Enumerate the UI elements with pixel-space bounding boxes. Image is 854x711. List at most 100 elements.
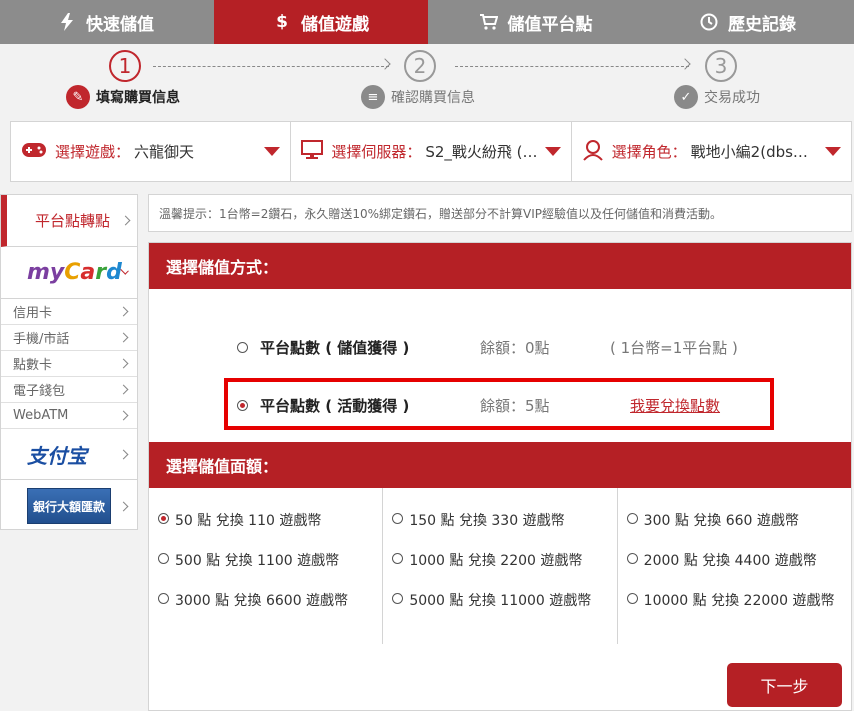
sidebar-item-ewallet[interactable]: 電子錢包 [1,377,137,403]
chevron-down-icon [264,147,281,156]
topup-panel: 選擇儲值方式： 平台點數 ( 儲值獲得 ) 餘額：0點 ( 1台幣=1平台點 )… [148,242,852,711]
amount-column: 150 點 兌換 330 遊戲幣 1000 點 兌換 2200 遊戲幣 5000… [383,488,618,644]
sidebar-item-label: WebATM [13,408,69,423]
chevron-right-icon [118,306,129,317]
step-1-number: 1 [109,50,141,82]
sidebar-item-alipay[interactable]: 支付宝 [1,429,137,480]
step-progress: 1 2 3 ✎ 填寫購買信息 ≡ 確認購買信息 ✓ 交易成功 [0,44,854,120]
sidebar-item-label: 點數卡 [13,358,53,373]
sidebar-item-bank-transfer[interactable]: 銀行大額匯款 [1,480,137,532]
redeem-points-link[interactable]: 我要兌換點數 [630,395,720,416]
chevron-right-icon [118,358,129,369]
role-select-label: 選擇角色： [611,143,687,161]
amount-label: 3000 點 兌換 6600 遊戲幣 [175,593,349,609]
radio-button-selected[interactable] [158,513,169,524]
radio-button[interactable] [158,553,169,564]
sidebar-item-platform-transfer[interactable]: 平台點轉點 [1,195,137,247]
tab-label: 儲值平台點 [507,14,593,35]
next-step-button[interactable]: 下一步 [727,663,842,707]
amount-option[interactable]: 10000 點 兌換 22000 遊戲幣 [618,590,851,630]
step-label-text: 填寫購買信息 [96,90,180,106]
sidebar-item-label: 平台點轉點 [35,212,111,230]
method-name: 平台點數 ( 活動獲得 ) [260,397,410,415]
method-name: 平台點數 ( 儲值獲得 ) [260,339,410,357]
tab-label: 歷史記錄 [728,14,796,35]
radio-button[interactable] [392,513,404,524]
monitor-icon [301,139,324,164]
radio-button[interactable] [237,342,248,353]
amount-option[interactable]: 3000 點 兌換 6600 遊戲幣 [149,590,382,630]
tab-quick-topup[interactable]: 快速儲值 [0,0,212,44]
radio-button[interactable] [158,593,169,604]
mycard-logo: myCard [27,260,122,285]
tab-history[interactable]: 歷史記錄 [642,0,854,44]
radio-button-selected[interactable] [237,400,248,411]
chevron-right-icon [118,410,129,421]
method-option-event[interactable]: 平台點數 ( 活動獲得 ) 餘額：5點 我要兌換點數 [237,395,720,416]
step-3-number: 3 [705,50,737,82]
amount-option[interactable]: 50 點 兌換 110 遊戲幣 [149,510,382,550]
server-select[interactable]: 選擇伺服器： S2_戰火紛飛 (… [291,122,572,181]
sidebar-item-phone[interactable]: 手機/市話 [1,325,137,351]
tab-label: 快速儲值 [86,14,154,35]
step-2-number: 2 [404,50,436,82]
amount-option[interactable]: 150 點 兌換 330 遊戲幣 [383,510,616,550]
check-icon: ✓ [674,85,698,109]
method-section-title: 選擇儲值方式： [149,243,851,289]
step-label-text: 交易成功 [704,90,760,106]
amount-label: 2000 點 兌換 4400 遊戲幣 [643,553,817,569]
step-arrow-icon [379,58,391,70]
amount-option[interactable]: 5000 點 兌換 11000 遊戲幣 [383,590,616,630]
pencil-icon: ✎ [66,85,90,109]
chevron-right-icon [118,332,129,343]
step-connector [455,66,689,67]
amount-option[interactable]: 500 點 兌換 1100 遊戲幣 [149,550,382,590]
sidebar-item-point-card[interactable]: 點數卡 [1,351,137,377]
chevron-down-icon [824,147,841,156]
step-1-label: ✎ 填寫購買信息 [66,85,180,109]
amount-grid: 50 點 兌換 110 遊戲幣 500 點 兌換 1100 遊戲幣 3000 點… [149,488,851,644]
radio-button[interactable] [626,553,638,564]
alipay-logo: 支付宝 [27,443,87,468]
sidebar-item-mycard[interactable]: myCard [1,247,137,299]
step-arrow-icon [679,58,691,70]
server-select-label: 選擇伺服器： [331,143,422,161]
chevron-right-icon [118,501,129,511]
role-select-value: 戰地小編2(dbs… [690,143,808,161]
step-3-label: ✓ 交易成功 [674,85,760,109]
amount-section-title: 選擇儲值面額： [149,442,851,488]
amount-column: 300 點 兌換 660 遊戲幣 2000 點 兌換 4400 遊戲幣 1000… [618,488,851,644]
amount-label: 1000 點 兌換 2200 遊戲幣 [409,553,583,569]
document-icon: ≡ [361,85,385,109]
tab-platform-points[interactable]: 儲值平台點 [430,0,642,44]
sidebar-item-label: 手機/市話 [13,332,70,347]
amount-label: 500 點 兌換 1100 遊戲幣 [175,553,340,569]
bank-transfer-logo: 銀行大額匯款 [27,488,111,524]
top-tabs: 快速儲值 $ 儲值遊戲 儲值平台點 歷史記錄 [0,0,854,44]
amount-label: 5000 點 兌換 11000 遊戲幣 [409,593,592,609]
chevron-right-icon [120,215,131,226]
sidebar-item-webatm[interactable]: WebATM [1,403,137,429]
amount-column: 50 點 兌換 110 遊戲幣 500 點 兌換 1100 遊戲幣 3000 點… [149,488,384,644]
radio-button[interactable] [626,513,638,524]
step-2-label: ≡ 確認購買信息 [361,85,475,109]
gamepad-icon [21,141,47,163]
amount-option[interactable]: 300 點 兌換 660 遊戲幣 [618,510,851,550]
method-option-purchased[interactable]: 平台點數 ( 儲值獲得 ) 餘額：0點 ( 1台幣=1平台點 ) [237,337,738,358]
radio-button[interactable] [392,593,404,604]
clock-icon [700,13,718,31]
amount-label: 50 點 兌換 110 遊戲幣 [175,513,322,529]
sidebar-item-label: 電子錢包 [13,384,66,399]
method-balance: 餘額：0點 [480,339,550,357]
amount-option[interactable]: 2000 點 兌換 4400 遊戲幣 [618,550,851,590]
cart-icon [479,13,498,31]
radio-button[interactable] [626,593,638,604]
amount-option[interactable]: 1000 點 兌換 2200 遊戲幣 [383,550,616,590]
sidebar-item-credit-card[interactable]: 信用卡 [1,299,137,325]
game-select[interactable]: 選擇遊戲： 六龍御天 [11,122,292,181]
role-select[interactable]: 選擇角色： 戰地小編2(dbs… [572,122,851,181]
method-rate-note: ( 1台幣=1平台點 ) [610,339,738,357]
lightning-icon [58,13,76,31]
radio-button[interactable] [392,553,404,564]
tab-game-topup[interactable]: $ 儲值遊戲 [214,0,428,44]
